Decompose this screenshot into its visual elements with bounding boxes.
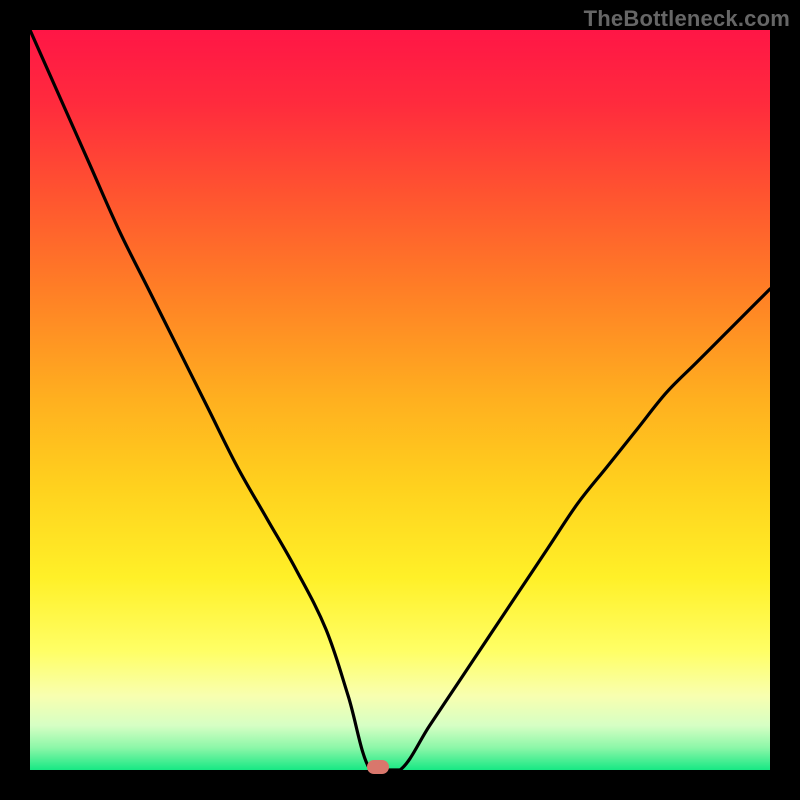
plot-area [30, 30, 770, 770]
bottleneck-curve [30, 30, 770, 770]
watermark-text: TheBottleneck.com [584, 6, 790, 32]
minimum-marker [367, 760, 389, 774]
chart-frame: TheBottleneck.com [0, 0, 800, 800]
